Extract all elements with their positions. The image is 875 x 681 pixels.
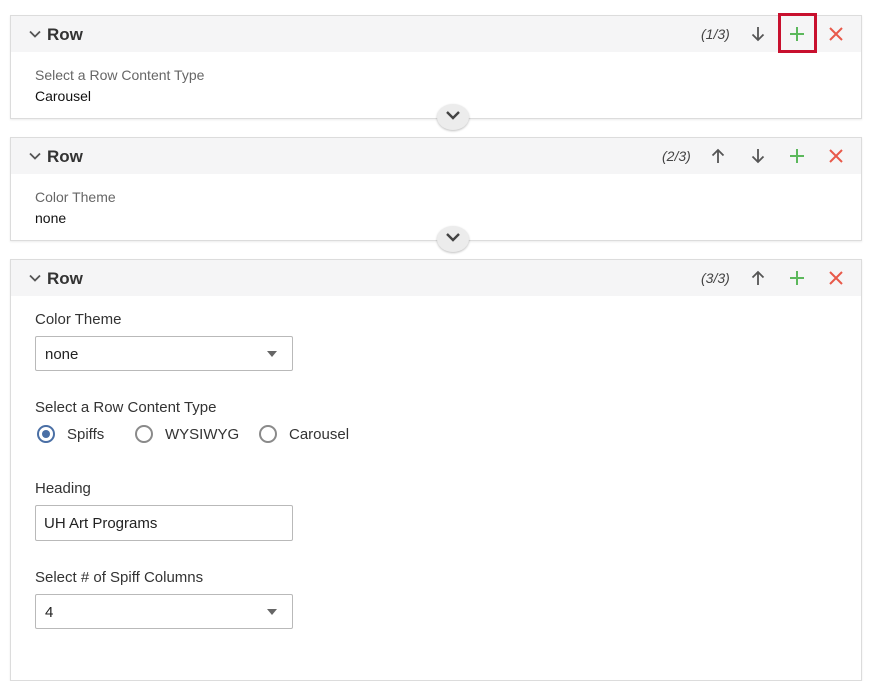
row-counter: (2/3) xyxy=(662,148,691,164)
radio-label: WYSIWYG xyxy=(165,425,240,443)
remove-row-icon[interactable] xyxy=(824,22,848,46)
collapse-chevron-icon[interactable] xyxy=(28,27,42,41)
remove-row-icon[interactable] xyxy=(824,266,848,290)
summary-value: none xyxy=(35,210,67,226)
expand-button[interactable] xyxy=(437,104,469,130)
radio-unchecked-icon xyxy=(135,425,153,443)
radio-label: Carousel xyxy=(289,425,350,443)
move-up-icon[interactable] xyxy=(746,266,770,290)
radio-carousel[interactable]: Carousel xyxy=(259,425,349,443)
summary-label: Select a Row Content Type xyxy=(35,67,205,83)
spiff-columns-select[interactable]: 4 xyxy=(35,594,293,629)
row-panel-2: Row (2/3) Color Theme none xyxy=(10,137,862,252)
collapse-chevron-icon[interactable] xyxy=(28,271,42,285)
chevron-down-icon xyxy=(445,230,461,248)
dropdown-arrow-icon xyxy=(267,609,277,615)
row-title: Row xyxy=(47,269,83,288)
row-panel-1: Row (1/3) Select a Row Content Type Caro… xyxy=(10,13,862,130)
radio-spiffs[interactable]: Spiffs xyxy=(37,425,104,443)
radio-label: Spiffs xyxy=(67,425,105,443)
row-counter: (3/3) xyxy=(701,270,730,286)
move-down-icon[interactable] xyxy=(746,144,770,168)
highlight-box xyxy=(778,13,817,53)
row-counter: (1/3) xyxy=(701,26,730,42)
dropdown-arrow-icon xyxy=(267,351,277,357)
summary-label: Color Theme xyxy=(35,189,116,205)
color-theme-label: Color Theme xyxy=(35,311,122,328)
radio-unchecked-icon xyxy=(259,425,277,443)
row-header: Row (3/3) xyxy=(11,260,861,296)
heading-input[interactable] xyxy=(35,505,293,541)
color-theme-value: none xyxy=(45,346,79,363)
radio-checked-icon xyxy=(37,425,55,443)
row-title: Row xyxy=(47,25,83,44)
collapse-chevron-icon[interactable] xyxy=(28,149,42,163)
radio-wysiwyg[interactable]: WYSIWYG xyxy=(135,425,239,443)
row-header: Row (2/3) xyxy=(11,138,861,174)
row-panel-3: Row (3/3) Color Theme none Select a Row … xyxy=(10,259,862,681)
expand-button[interactable] xyxy=(437,226,469,252)
chevron-down-icon xyxy=(445,108,461,126)
heading-label: Heading xyxy=(35,480,91,497)
spiff-columns-label: Select # of Spiff Columns xyxy=(35,569,204,586)
move-up-icon[interactable] xyxy=(706,144,730,168)
spiff-columns-value: 4 xyxy=(45,604,54,621)
content-type-label: Select a Row Content Type xyxy=(35,399,217,416)
row-title: Row xyxy=(47,147,83,166)
color-theme-select[interactable]: none xyxy=(35,336,293,371)
row-header: Row (1/3) xyxy=(11,16,861,52)
remove-row-icon[interactable] xyxy=(824,144,848,168)
add-row-icon[interactable] xyxy=(785,144,809,168)
summary-value: Carousel xyxy=(35,88,92,104)
add-row-icon[interactable] xyxy=(785,266,809,290)
move-down-icon[interactable] xyxy=(746,22,770,46)
